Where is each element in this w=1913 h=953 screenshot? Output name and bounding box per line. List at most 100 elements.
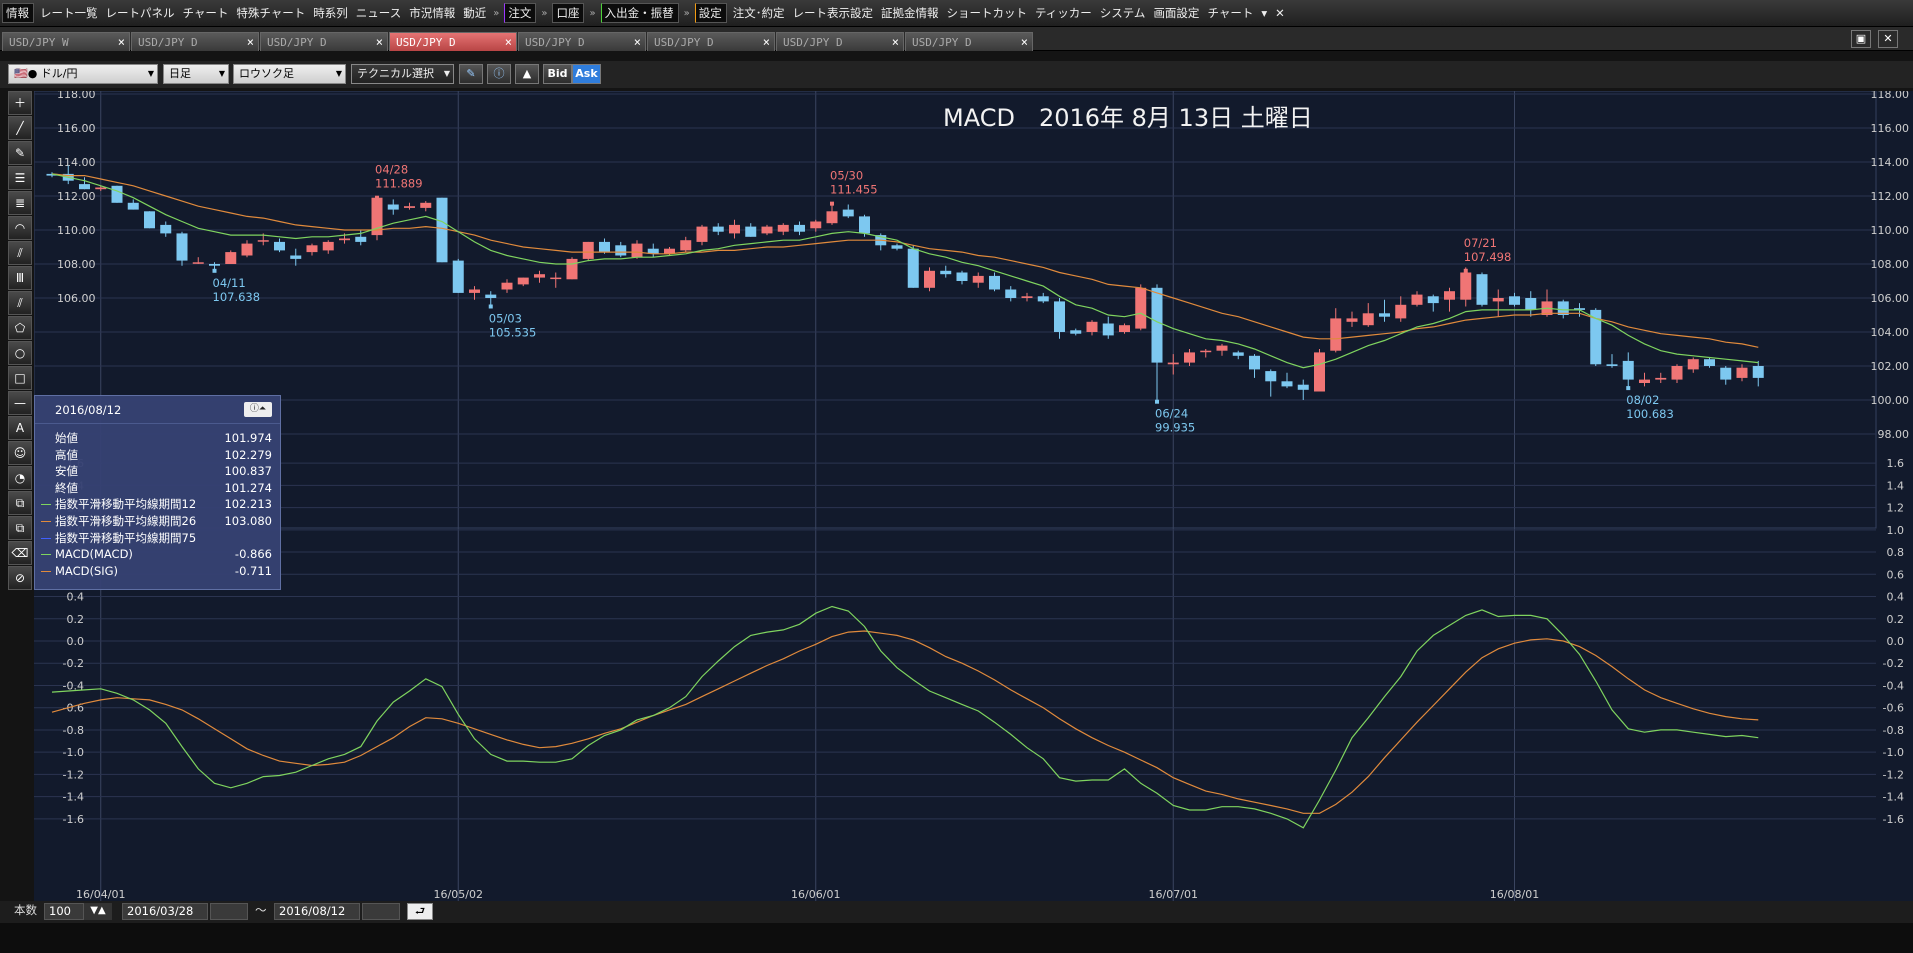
draw-tool-6-icon[interactable]: ⫽ bbox=[8, 241, 32, 265]
chart-tab-2[interactable]: USD/JPY D × bbox=[260, 32, 388, 51]
menu-item-16[interactable]: ショートカット bbox=[942, 0, 1031, 26]
tab-close-icon[interactable]: × bbox=[505, 35, 512, 49]
menu-close-button[interactable]: ✕ bbox=[1271, 0, 1289, 26]
candle-body bbox=[176, 233, 188, 261]
menu-item-18[interactable]: システム bbox=[1096, 0, 1150, 26]
candle-body bbox=[241, 243, 253, 256]
menu-separator: » bbox=[541, 7, 548, 19]
currency-pair-select[interactable]: 🇺🇸● ドル/円 ▼ bbox=[8, 64, 158, 84]
draw-tool-14-icon[interactable]: ☺ bbox=[8, 441, 32, 465]
draw-tool-11-icon[interactable]: □ bbox=[8, 366, 32, 390]
menu-item-1[interactable]: レート一覧 bbox=[36, 0, 102, 26]
draw-tool-5-icon[interactable]: ◠ bbox=[8, 216, 32, 240]
count-spinner[interactable]: ▼▲ bbox=[84, 903, 112, 920]
candle-body bbox=[1249, 355, 1260, 370]
menu-item-14[interactable]: レート表示設定 bbox=[788, 0, 877, 26]
chart-tab-1[interactable]: USD/JPY D × bbox=[131, 32, 259, 51]
menu-item-3[interactable]: チャート bbox=[179, 0, 233, 26]
draw-tool-12-icon[interactable]: — bbox=[8, 391, 32, 415]
date-tick-label: 16/06/01 bbox=[791, 888, 840, 901]
to-date-input[interactable]: 2016/08/12 bbox=[274, 903, 360, 920]
draw-tool-0-icon[interactable]: ＋ bbox=[8, 91, 32, 115]
menu-item-2[interactable]: レートパネル bbox=[102, 0, 179, 26]
chart-tab-0[interactable]: USD/JPY W × bbox=[2, 32, 130, 51]
tab-close-icon[interactable]: × bbox=[763, 35, 770, 49]
maximize-button[interactable]: ▣ bbox=[1851, 30, 1871, 48]
menu-item-19[interactable]: 画面設定 bbox=[1149, 0, 1203, 26]
area-view-button[interactable]: ▲ bbox=[515, 64, 539, 84]
draw-tool-17-icon[interactable]: ⧉ bbox=[8, 516, 32, 540]
draw-tool-13-icon[interactable]: A bbox=[8, 416, 32, 440]
menu-item-6[interactable]: ニュース bbox=[352, 0, 405, 26]
menu-more-button[interactable]: ▾ bbox=[1257, 0, 1271, 26]
chart-tab-4[interactable]: USD/JPY D × bbox=[518, 32, 646, 51]
chart-tab-5[interactable]: USD/JPY D × bbox=[647, 32, 775, 51]
draw-tool-2-icon[interactable]: ✎ bbox=[8, 141, 32, 165]
menu-item-4[interactable]: 特殊チャート bbox=[232, 0, 309, 26]
bid-button[interactable]: Bid bbox=[543, 64, 572, 84]
menu-item-13[interactable]: 注文･約定 bbox=[729, 0, 789, 26]
data-window[interactable]: 2016/08/12 ⓘ⏶ 始値 101.974 高値 102.279 安値 100.83… bbox=[34, 395, 281, 590]
pen-tool-button[interactable]: ✎ bbox=[459, 64, 483, 84]
technical-select[interactable]: テクニカル選択 ▼ bbox=[351, 64, 454, 84]
menu-item-10[interactable]: 口座 bbox=[552, 3, 585, 23]
draw-tool-19-icon[interactable]: ⊘ bbox=[8, 566, 32, 590]
menu-item-17[interactable]: ティッカー bbox=[1031, 0, 1096, 26]
draw-tool-10-icon[interactable]: ○ bbox=[8, 341, 32, 365]
draw-tool-1-icon[interactable]: ╱ bbox=[8, 116, 32, 140]
draw-tool-18-icon[interactable]: ⌫ bbox=[8, 541, 32, 565]
draw-tool-7-icon[interactable]: Ⅲ bbox=[8, 266, 32, 290]
candle-body bbox=[160, 224, 172, 234]
from-date-input[interactable]: 2016/03/28 bbox=[122, 903, 208, 920]
menu-item-20[interactable]: チャート bbox=[1203, 0, 1257, 26]
menu-item-12[interactable]: 設定 bbox=[694, 3, 727, 23]
draw-tool-15-icon[interactable]: ◔ bbox=[8, 466, 32, 490]
info-button[interactable]: ⓘ bbox=[487, 64, 511, 84]
draw-tool-9-icon[interactable]: ⬠ bbox=[8, 316, 32, 340]
macd-tick-label: -1.0 bbox=[1883, 746, 1904, 759]
menu-item-11[interactable]: 入出金・振替 bbox=[600, 3, 679, 23]
candle-body bbox=[144, 211, 155, 229]
chart-type-select[interactable]: ロウソク足 ▼ bbox=[233, 64, 346, 84]
data-window-label: 終値 bbox=[55, 480, 78, 495]
ask-button[interactable]: Ask bbox=[572, 64, 601, 84]
menu-item-7[interactable]: 市況情報 bbox=[405, 0, 459, 26]
chevron-down-icon: ▼ bbox=[147, 69, 154, 78]
candle-body bbox=[1054, 301, 1065, 332]
menu-item-0[interactable]: 情報 bbox=[2, 3, 34, 23]
price-tick-label-left: 114.00 bbox=[57, 156, 96, 169]
tab-close-icon[interactable]: × bbox=[376, 35, 383, 49]
chart-tab-7[interactable]: USD/JPY D × bbox=[905, 32, 1033, 51]
from-time-input[interactable] bbox=[210, 903, 248, 920]
draw-tool-4-icon[interactable]: ≣ bbox=[8, 191, 32, 215]
price-tick-label-left: 106.00 bbox=[57, 292, 96, 305]
candle-body bbox=[274, 241, 285, 251]
candle-body bbox=[1444, 291, 1455, 300]
tab-close-icon[interactable]: × bbox=[118, 35, 125, 49]
tab-close-icon[interactable]: × bbox=[634, 35, 641, 49]
draw-tool-16-icon[interactable]: ⧉ bbox=[8, 491, 32, 515]
apply-range-button[interactable]: ⮐ bbox=[407, 903, 433, 920]
data-window-value: 101.274 bbox=[224, 480, 272, 495]
menu-item-15[interactable]: 証拠金情報 bbox=[877, 0, 943, 26]
menu-item-8[interactable]: 動近 bbox=[459, 0, 490, 26]
collapse-button[interactable]: ⓘ⏶ bbox=[244, 402, 272, 417]
menu-item-5[interactable]: 時系列 bbox=[309, 0, 352, 26]
chart-area[interactable]: 118.00 116.00 114.00 112.00 110.00 108.00 106.… bbox=[34, 91, 1913, 901]
to-time-input[interactable] bbox=[362, 903, 400, 920]
period-select[interactable]: 日足 ▼ bbox=[163, 64, 229, 84]
draw-tool-3-icon[interactable]: ☰ bbox=[8, 166, 32, 190]
tab-close-icon[interactable]: × bbox=[247, 35, 254, 49]
macd-tick-label-left: -1.2 bbox=[63, 768, 84, 781]
draw-tool-8-icon[interactable]: ⫽ bbox=[8, 291, 32, 315]
candle-body bbox=[1314, 352, 1325, 392]
candle-body bbox=[582, 241, 594, 259]
close-window-button[interactable]: ✕ bbox=[1878, 30, 1898, 48]
menu-item-9[interactable]: 注文 bbox=[504, 3, 537, 23]
candle-body bbox=[891, 245, 903, 249]
tab-close-icon[interactable]: × bbox=[1021, 35, 1028, 49]
tab-close-icon[interactable]: × bbox=[892, 35, 899, 49]
chart-tab-6[interactable]: USD/JPY D × bbox=[776, 32, 904, 51]
chart-tab-3[interactable]: USD/JPY D × bbox=[389, 32, 517, 51]
count-input[interactable]: 100 bbox=[44, 903, 84, 920]
